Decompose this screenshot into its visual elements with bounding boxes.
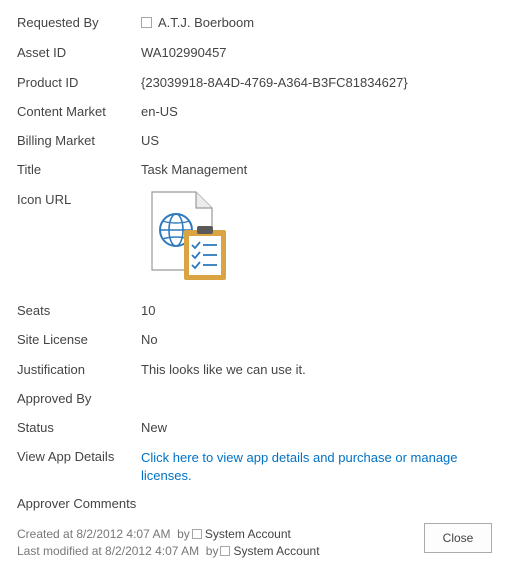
field-label: Icon URL — [17, 192, 72, 207]
field-value: US — [141, 133, 160, 148]
presence-icon[interactable] — [220, 546, 231, 556]
field-value: {23039918-8A4D-4769-A364-B3FC81834627} — [141, 75, 408, 90]
field-value: This looks like we can use it. — [141, 362, 306, 377]
field-label: Product ID — [17, 75, 79, 90]
created-by-user-link[interactable]: System Account — [205, 527, 291, 541]
field-value: en-US — [141, 104, 178, 119]
field-label: Requested By — [17, 15, 99, 30]
field-label: Status — [17, 420, 54, 435]
field-label: Billing Market — [17, 133, 96, 148]
field-value: Task Management — [141, 162, 248, 177]
field-value: Click here to view app details and purch… — [141, 449, 461, 485]
field-label: Justification — [17, 362, 85, 377]
requested-by-user-link[interactable]: A.T.J. Boerboom — [158, 15, 254, 30]
field-value: WA102990457 — [141, 45, 227, 60]
modified-by-user-link[interactable]: System Account — [233, 544, 319, 558]
field-value: No — [141, 332, 158, 347]
field-label: Approved By — [17, 391, 92, 406]
modified-by-text: by — [205, 544, 219, 558]
modified-at-text: Last modified at 8/2/2012 4:07 AM — [17, 544, 200, 558]
presence-icon[interactable] — [141, 17, 152, 28]
field-value: A.T.J. Boerboom — [141, 15, 254, 30]
field-label: Approver Comments — [17, 496, 137, 511]
close-button[interactable]: Close — [424, 523, 492, 553]
created-by-text: by — [177, 527, 190, 541]
field-value: 10 — [141, 303, 156, 318]
view-app-details-link[interactable]: Click here to view app details and purch… — [141, 450, 458, 483]
field-label: Content Market — [17, 104, 106, 119]
created-at-text: Created at 8/2/2012 4:07 AM — [17, 527, 171, 541]
field-label: Asset ID — [17, 45, 67, 60]
field-label: View App Details — [17, 449, 115, 464]
field-value: New — [141, 420, 168, 435]
presence-icon[interactable] — [191, 529, 202, 539]
modified-info: Last modified at 8/2/2012 4:07 AM by Syst… — [17, 544, 320, 558]
field-label: Seats — [17, 303, 51, 318]
task-management-app-icon — [134, 190, 230, 284]
field-view-app-details: View App Details Click here to view app … — [17, 449, 497, 489]
field-label: Site License — [17, 332, 88, 347]
field-label: Title — [17, 162, 42, 177]
created-info: Created at 8/2/2012 4:07 AM by System Acc… — [17, 527, 291, 541]
